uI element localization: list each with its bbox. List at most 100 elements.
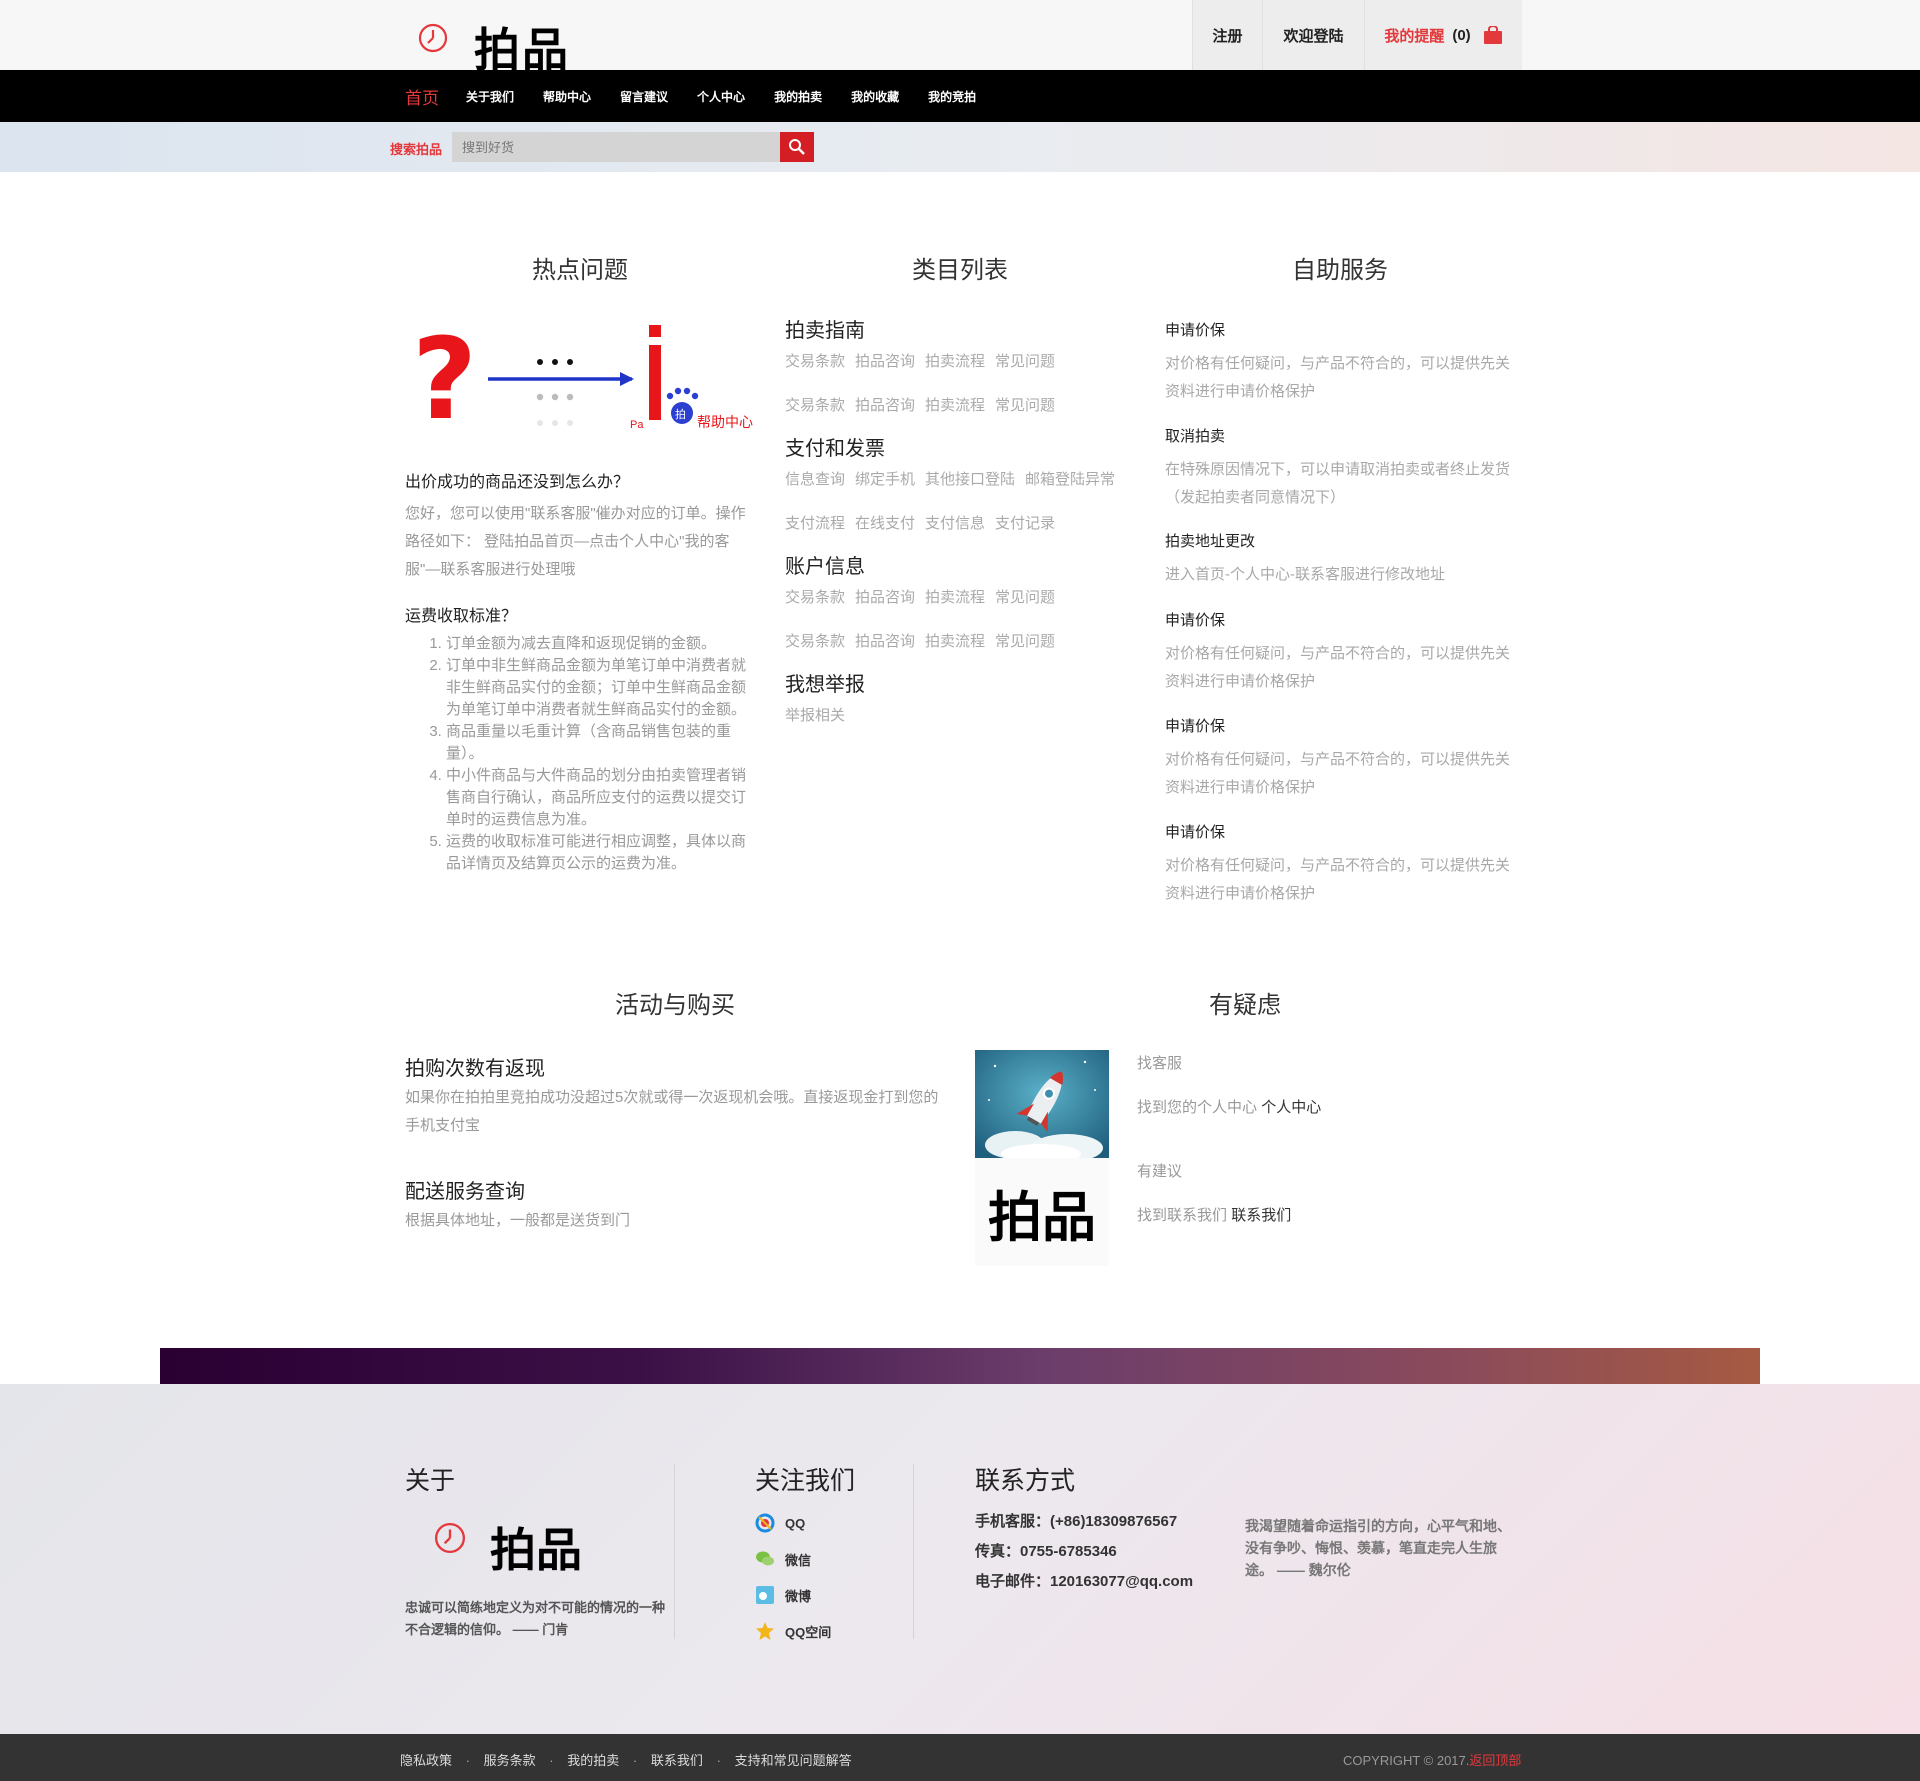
register-link[interactable]: 注册 (1192, 0, 1262, 70)
back-to-top-link[interactable]: 返回顶部 (1469, 1753, 1521, 1768)
service-text: 在特殊原因情况下，可以申请取消拍卖或者终止发货（发起拍卖者同意情况下） (1165, 461, 1511, 506)
about-quote: 忠诚可以简练地定义为对不可能的情况的一种不合逻辑的信仰。 —— 门肯 (405, 1600, 666, 1637)
divider (913, 1464, 914, 1639)
wechat-icon (755, 1549, 775, 1569)
service-title[interactable]: 拍卖地址更改 (1165, 530, 1255, 551)
contact-fax: 传真：0755-6785346 (975, 1543, 1117, 1560)
category-link[interactable]: 常见问题 (995, 630, 1055, 651)
categories-title: 类目列表 (912, 257, 1008, 284)
category-link[interactable]: 交易条款 (785, 394, 845, 415)
category-link[interactable]: 交易条款 (785, 350, 845, 371)
contact-us-link[interactable]: 联系我们 (1231, 1207, 1291, 1224)
category-link[interactable]: 拍品咨询 (855, 586, 915, 607)
activity-item-text: 根据具体地址，一般都是送货到门 (405, 1212, 631, 1229)
category-heading: 账户信息 (785, 556, 865, 578)
category-link[interactable]: 支付信息 (925, 512, 985, 533)
category-link[interactable]: 拍卖流程 (925, 586, 985, 607)
service-text: 对价格有任何疑问，与产品不符合的，可以提供先关资料进行申请价格保护 (1165, 355, 1511, 400)
social-qq[interactable]: QQ (755, 1513, 805, 1533)
service-title[interactable]: 申请价保 (1165, 609, 1225, 630)
activity-item-title[interactable]: 拍购次数有返现 (405, 1052, 545, 1081)
svg-text:Pa: Pa (630, 419, 644, 431)
svg-text:帮助中心: 帮助中心 (697, 414, 753, 430)
login-link[interactable]: 欢迎登陆 (1262, 0, 1364, 70)
category-heading: 拍卖指南 (785, 320, 865, 342)
privacy-link[interactable]: 隐私政策 (400, 1750, 452, 1769)
doubt-label: 有建议 (1137, 1163, 1183, 1180)
category-link[interactable]: 拍品咨询 (855, 630, 915, 651)
nav-favorites[interactable]: 我的收藏 (851, 88, 899, 105)
social-weibo[interactable]: 微博 (755, 1585, 811, 1605)
activity-item-text: 如果你在拍拍里竞拍成功没超过5次就或得一次返现机会哦。直接返现金打到您的手机支付… (405, 1089, 939, 1134)
category-link[interactable]: 举报相关 (785, 704, 845, 725)
category-link[interactable]: 拍品咨询 (855, 350, 915, 371)
terms-link[interactable]: 服务条款 (484, 1750, 536, 1769)
category-link[interactable]: 常见问题 (995, 394, 1055, 415)
category-link[interactable]: 邮箱登陆异常 (1025, 468, 1115, 489)
contact-quote: 我渴望随着命运指引的方向，心平气和地、没有争吵、悔恨、羡慕，笔直走完人生旅途。 … (1245, 1518, 1511, 1578)
nav-about[interactable]: 关于我们 (466, 88, 514, 105)
search-label: 搜索拍品 (390, 142, 443, 157)
nav-home[interactable]: 首页 (405, 84, 439, 109)
service-title[interactable]: 申请价保 (1165, 715, 1225, 736)
fee-list: 订单金额为减去直降和返现促销的金额。 订单中非生鲜商品金额为单笔订单中消费者就非… (426, 633, 756, 875)
site-logo[interactable]: 拍品 (418, 12, 578, 77)
activity-item-title[interactable]: 配送服务查询 (405, 1175, 525, 1204)
service-text: 对价格有任何疑问，与产品不符合的，可以提供先关资料进行申请价格保护 (1165, 857, 1511, 902)
contact-email[interactable]: 电子邮件：120163077@qq.com (975, 1571, 1193, 1593)
search-input[interactable] (452, 132, 780, 162)
category-link[interactable]: 拍品咨询 (855, 394, 915, 415)
service-text: 对价格有任何疑问，与产品不符合的，可以提供先关资料进行申请价格保护 (1165, 645, 1511, 690)
clock-icon (434, 1522, 466, 1554)
category-link[interactable]: 在线支付 (855, 512, 915, 533)
doubt-title: 有疑虑 (1209, 992, 1281, 1019)
service-title[interactable]: 取消拍卖 (1165, 425, 1225, 446)
shopping-bag-icon (1483, 26, 1502, 44)
category-link[interactable]: 信息查询 (785, 468, 845, 489)
reminder-link[interactable]: 我的提醒 (0) (1364, 0, 1522, 70)
reminder-label: 我的提醒 (1384, 27, 1445, 45)
activity-title: 活动与购买 (615, 992, 735, 1019)
social-qzone[interactable]: QQ空间 (755, 1621, 831, 1641)
main-nav: 首页 关于我们 帮助中心 留言建议 个人中心 我的拍卖 我的收藏 我的竞拍 (0, 70, 1920, 122)
category-link[interactable]: 交易条款 (785, 630, 845, 651)
category-heading: 支付和发票 (785, 438, 885, 460)
footer-logo[interactable]: 拍品 (434, 1512, 594, 1577)
category-link[interactable]: 拍卖流程 (925, 630, 985, 651)
personal-center-link[interactable]: 个人中心 (1261, 1099, 1321, 1116)
follow-title: 关注我们 (755, 1467, 856, 1495)
nav-my-bids[interactable]: 我的竞拍 (928, 88, 976, 105)
service-title[interactable]: 申请价保 (1165, 821, 1225, 842)
category-link[interactable]: 常见问题 (995, 350, 1055, 371)
copyright: COPYRIGHT © 2017.返回顶部 (1343, 1753, 1522, 1768)
search-bar: 搜索拍品 (0, 122, 1920, 172)
doubt-text: 找到联系我们 联系我们 (1137, 1207, 1292, 1224)
weibo-icon (755, 1585, 775, 1605)
faq-link[interactable]: 支持和常见问题解答 (735, 1750, 852, 1769)
category-link[interactable]: 常见问题 (995, 586, 1055, 607)
my-auction-link[interactable]: 我的拍卖 (567, 1750, 619, 1769)
nav-my-auction[interactable]: 我的拍卖 (774, 88, 822, 105)
decorative-band (160, 1348, 1760, 1384)
category-link[interactable]: 支付流程 (785, 512, 845, 533)
category-link[interactable]: 其他接口登陆 (925, 468, 1015, 489)
category-link[interactable]: 交易条款 (785, 586, 845, 607)
nav-message[interactable]: 留言建议 (620, 88, 668, 105)
qzone-star-icon (755, 1621, 775, 1641)
category-link[interactable]: 拍卖流程 (925, 394, 985, 415)
search-button[interactable] (780, 132, 814, 162)
contact-link[interactable]: 联系我们 (651, 1750, 703, 1769)
top-header: 拍品 注册 欢迎登陆 我的提醒 (0) (0, 0, 1920, 77)
nav-personal[interactable]: 个人中心 (697, 88, 745, 105)
category-link[interactable]: 支付记录 (995, 512, 1055, 533)
nav-help[interactable]: 帮助中心 (543, 88, 591, 105)
rocket-image (975, 1050, 1109, 1158)
list-item: 订单金额为减去直降和返现促销的金额。 (446, 633, 756, 655)
category-link[interactable]: 绑定手机 (855, 468, 915, 489)
list-item: 订单中非生鲜商品金额为单笔订单中消费者就非生鲜商品实付的金额；订单中生鲜商品金额… (446, 655, 756, 721)
doubt-label: 找客服 (1137, 1055, 1183, 1072)
service-text: 进入首页-个人中心-联系客服进行修改地址 (1165, 566, 1445, 583)
service-title[interactable]: 申请价保 (1165, 319, 1225, 340)
social-wechat[interactable]: 微信 (755, 1549, 811, 1569)
category-link[interactable]: 拍卖流程 (925, 350, 985, 371)
